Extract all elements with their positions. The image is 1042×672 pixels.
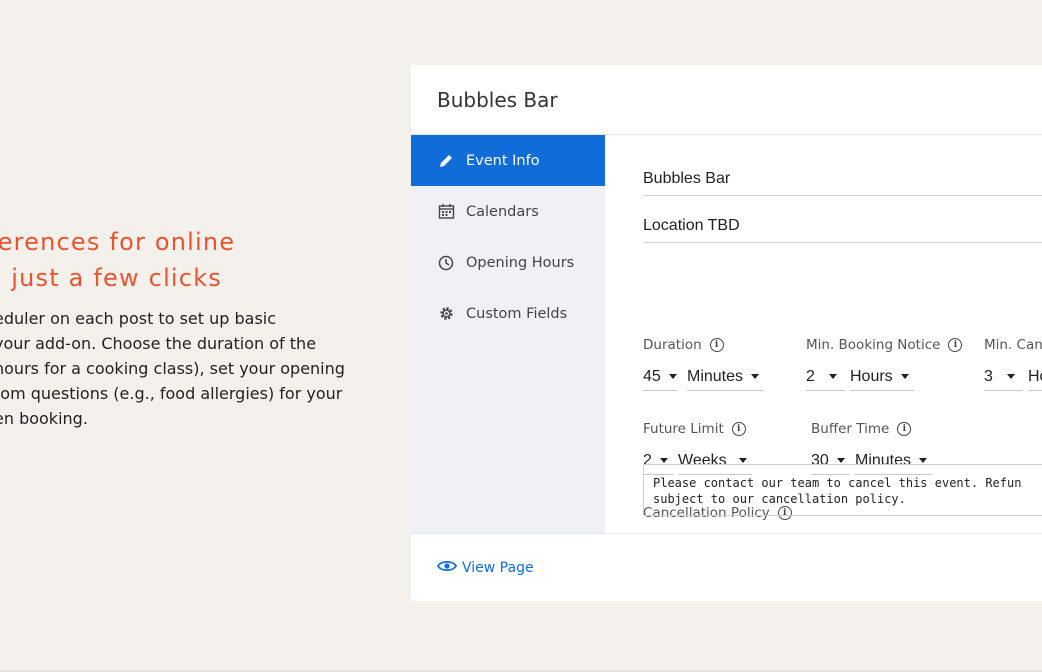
booking-notice-value: 2 (806, 367, 815, 385)
headline-line-2: n just a few clicks (0, 264, 222, 292)
future-limit-label-text: Future Limit (643, 421, 724, 437)
duration-label-text: Duration (643, 337, 702, 353)
caret-down-icon (828, 374, 837, 379)
info-icon[interactable]: i (709, 338, 724, 352)
duration-unit-select[interactable]: Minutes (687, 363, 764, 391)
body-line: eduler on each post to set up basic (0, 309, 277, 328)
info-icon[interactable]: i (948, 338, 963, 352)
card-footer: View Page (411, 533, 1042, 601)
sidebar-item-label: Calendars (466, 203, 539, 220)
sidebar-item-opening-hours[interactable]: Opening Hours (411, 237, 605, 288)
caret-down-icon (1006, 374, 1015, 379)
view-page-label: View Page (462, 559, 534, 576)
min-cancel-unit-select[interactable]: Ho (1028, 363, 1042, 391)
pencil-icon (437, 152, 455, 170)
future-limit-label: Future Limit i (643, 421, 746, 437)
body-line: hours for a cooking class), set your ope… (0, 359, 345, 378)
min-cancel-value: 3 (984, 367, 993, 385)
card-title: Bubbles Bar (437, 87, 558, 112)
sidebar-item-label: Event Info (466, 152, 540, 169)
caret-down-icon (668, 374, 677, 379)
booking-notice-value-select[interactable]: 2 (806, 363, 845, 391)
info-icon[interactable]: i (897, 422, 912, 436)
event-name-field[interactable]: Bubbles Bar (643, 164, 1042, 196)
booking-notice-unit: Hours (850, 367, 893, 385)
caret-down-icon (919, 458, 928, 463)
min-cancel-label: Min. Canc (984, 337, 1042, 353)
duration-value: 45 (643, 367, 661, 385)
booking-notice-unit-select[interactable]: Hours (850, 363, 914, 391)
sidebar-item-label: Opening Hours (466, 254, 575, 271)
buffer-time-label: Buffer Time i (811, 421, 912, 437)
body-line: tom questions (e.g., food allergies) for… (0, 384, 343, 403)
clock-icon (437, 254, 455, 272)
min-booking-notice-label: Min. Booking Notice i (806, 337, 963, 353)
location-field[interactable]: Location TBD (643, 211, 1042, 243)
sidebar: Event Info Calendars Opening Hours Custo… (411, 135, 605, 533)
gear-icon (437, 305, 455, 323)
eye-icon (436, 559, 462, 577)
caret-down-icon (836, 458, 845, 463)
min-cancel-value-select[interactable]: 3 (984, 363, 1023, 391)
caret-down-icon (738, 458, 747, 463)
card-header: Bubbles Bar (411, 65, 1042, 135)
min-cancel-label-text: Min. Canc (984, 337, 1042, 353)
sidebar-item-calendars[interactable]: Calendars (411, 186, 605, 237)
scheduler-card: Bubbles Bar Event Info Calendars Opening… (411, 65, 1042, 601)
calendar-icon (437, 203, 455, 221)
caret-down-icon (900, 374, 909, 379)
info-icon[interactable]: i (731, 422, 746, 436)
cancellation-policy-textarea[interactable]: Please contact our team to cancel this e… (643, 464, 1042, 516)
sidebar-item-event-info[interactable]: Event Info (411, 135, 605, 186)
marketing-headline: ferences for online n just a few clicks (0, 224, 235, 296)
duration-label: Duration i (643, 337, 724, 353)
body-line: en booking. (0, 409, 88, 428)
headline-line-1: ferences for online (0, 228, 236, 256)
duration-value-select[interactable]: 45 (643, 363, 677, 391)
min-cancel-unit: Ho (1028, 367, 1042, 385)
view-page-link[interactable]: View Page (436, 559, 534, 577)
body-line: your add-on. Choose the duration of the (0, 334, 317, 353)
caret-down-icon (751, 374, 760, 379)
sidebar-item-label: Custom Fields (466, 305, 568, 322)
caret-down-icon (659, 458, 668, 463)
buffer-time-label-text: Buffer Time (811, 421, 890, 437)
duration-unit: Minutes (687, 367, 744, 385)
min-booking-notice-label-text: Min. Booking Notice (806, 337, 941, 353)
marketing-body: eduler on each post to set up basic your… (0, 306, 345, 431)
sidebar-item-custom-fields[interactable]: Custom Fields (411, 288, 605, 339)
